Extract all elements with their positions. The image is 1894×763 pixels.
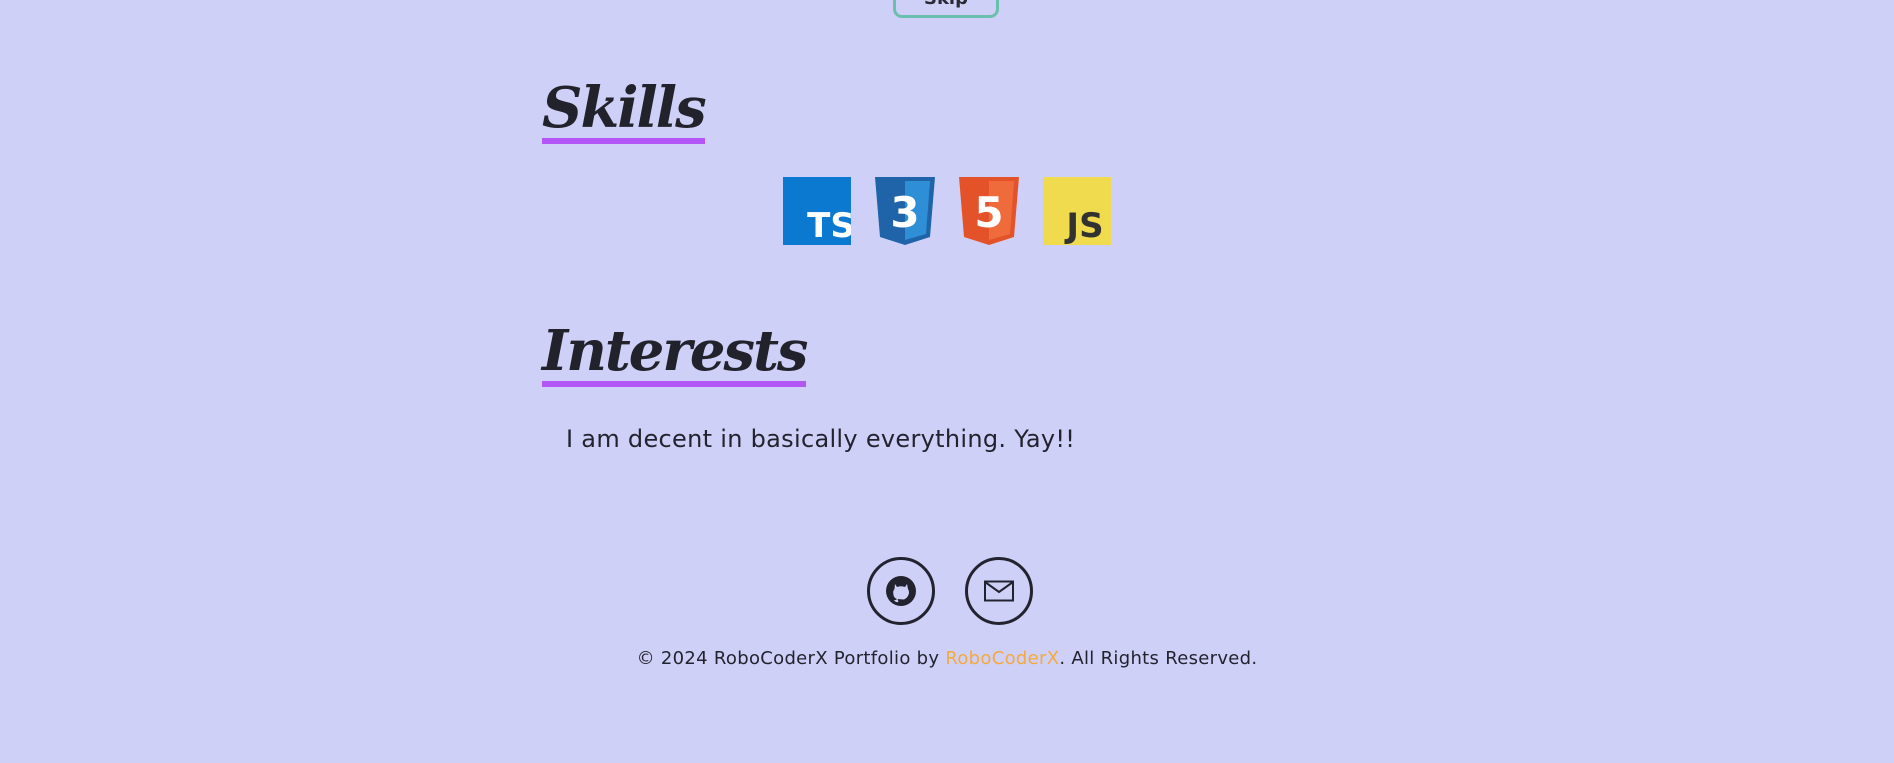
social-links [867,557,1033,625]
footer-suffix: . All Rights Reserved. [1059,648,1258,669]
mail-link[interactable] [965,557,1033,625]
skills-icon-list: TS 3 5 JS [783,176,1111,246]
interests-heading: Interests [542,323,808,387]
skills-heading: Skills [542,80,707,144]
html5-icon: 5 [959,177,1019,245]
mail-icon [984,580,1014,602]
css3-icon-label: 3 [890,188,919,237]
typescript-icon-label: TS [807,206,851,245]
skip-button[interactable]: Skip [893,0,999,18]
github-link[interactable] [867,557,935,625]
css3-icon: 3 [875,177,935,245]
footer-author-link[interactable]: RoboCoderX [945,648,1059,669]
footer-copyright: © 2024 RoboCoderX Portfolio by RoboCoder… [0,648,1894,669]
interests-heading-text: Interests [542,318,808,384]
portfolio-page: Skip Skills TS 3 5 JS Interests [0,0,1894,763]
skills-heading-text: Skills [542,75,707,141]
interests-description: I am decent in basically everything. Yay… [566,425,1076,453]
github-icon [886,576,916,606]
html5-icon-label: 5 [974,188,1003,237]
typescript-icon: TS [783,177,851,245]
footer-prefix: © 2024 RoboCoderX Portfolio by [636,648,946,669]
javascript-icon-label: JS [1064,206,1103,245]
javascript-icon: JS [1043,177,1111,245]
